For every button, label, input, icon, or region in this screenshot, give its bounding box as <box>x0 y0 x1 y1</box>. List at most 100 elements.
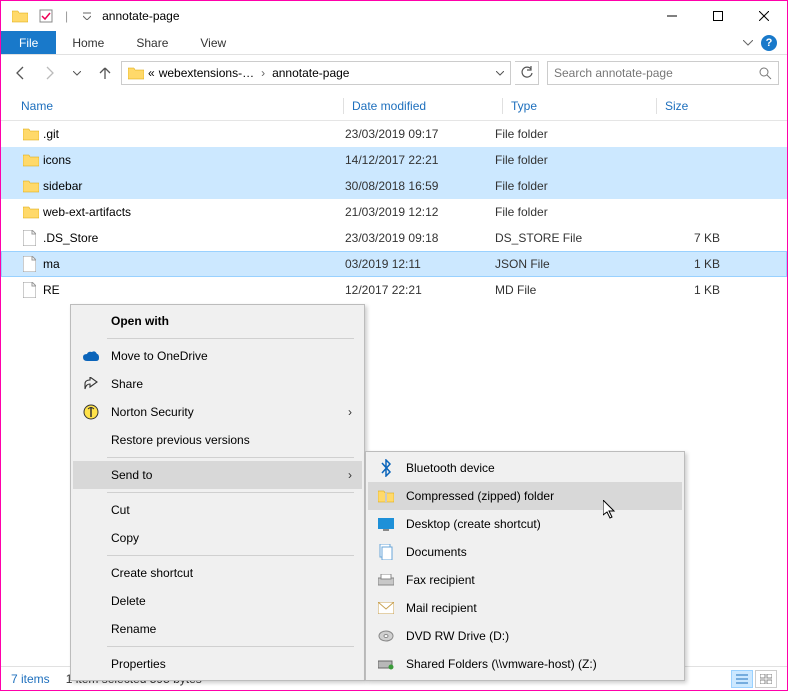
folder-app-icon[interactable] <box>9 5 31 27</box>
ribbon-expand-icon[interactable] <box>743 40 753 46</box>
norton-icon <box>81 404 101 420</box>
file-row[interactable]: web-ext-artifacts21/03/2019 12:12File fo… <box>1 199 787 225</box>
sendto-shared[interactable]: Shared Folders (\\vmware-host) (Z:) <box>368 650 682 678</box>
column-name[interactable]: Name <box>21 99 343 113</box>
file-list[interactable]: .git23/03/2019 09:17File foldericons14/1… <box>1 121 787 303</box>
column-date[interactable]: Date modified <box>352 99 502 113</box>
file-name: web-ext-artifacts <box>43 205 345 219</box>
breadcrumb-part[interactable]: webextensions-… <box>159 66 254 80</box>
qat-separator: | <box>65 9 68 23</box>
quick-access-toolbar: | <box>9 5 98 27</box>
tab-view[interactable]: View <box>184 31 242 54</box>
search-icon <box>758 66 772 80</box>
sendto-documents[interactable]: Documents <box>368 538 682 566</box>
details-view-button[interactable] <box>731 670 753 688</box>
folder-icon <box>23 179 43 193</box>
file-icon <box>23 256 43 272</box>
file-row[interactable]: .DS_Store23/03/2019 09:18DS_STORE File7 … <box>1 225 787 251</box>
ctx-share[interactable]: Share <box>73 370 362 398</box>
minimize-button[interactable] <box>649 1 695 31</box>
share-icon <box>81 377 101 391</box>
properties-qat-icon[interactable] <box>35 5 57 27</box>
file-type: JSON File <box>495 257 640 271</box>
recent-dropdown-icon[interactable] <box>65 61 89 85</box>
fax-icon <box>376 574 396 587</box>
ctx-norton[interactable]: Norton Security› <box>73 398 362 426</box>
desktop-icon <box>376 518 396 531</box>
file-name: sidebar <box>43 179 345 193</box>
item-count: 7 items <box>11 672 50 686</box>
documents-icon <box>376 544 396 560</box>
file-row[interactable]: icons14/12/2017 22:21File folder <box>1 147 787 173</box>
sendto-dvd[interactable]: DVD RW Drive (D:) <box>368 622 682 650</box>
forward-button[interactable] <box>37 61 61 85</box>
large-icons-view-button[interactable] <box>755 670 777 688</box>
file-name: .git <box>43 127 345 141</box>
ctx-restore[interactable]: Restore previous versions <box>73 426 362 454</box>
column-type[interactable]: Type <box>511 99 656 113</box>
search-input[interactable]: Search annotate-page <box>547 61 779 85</box>
window-title: annotate-page <box>102 9 179 23</box>
tab-home[interactable]: Home <box>56 31 120 54</box>
help-icon[interactable]: ? <box>761 35 777 51</box>
address-bar[interactable]: « webextensions-… › annotate-page <box>121 61 511 85</box>
tab-share[interactable]: Share <box>120 31 184 54</box>
qat-dropdown-icon[interactable] <box>76 5 98 27</box>
chevron-right-icon[interactable]: › <box>258 66 268 80</box>
dvd-drive-icon <box>376 630 396 642</box>
ribbon-tabs: File Home Share View ? <box>1 31 787 55</box>
file-icon <box>23 230 43 246</box>
mail-icon <box>376 602 396 614</box>
file-row[interactable]: sidebar30/08/2018 16:59File folder <box>1 173 787 199</box>
folder-icon <box>128 66 144 80</box>
file-name: ma <box>43 257 345 271</box>
chevron-right-icon: › <box>348 468 352 482</box>
breadcrumb-part[interactable]: annotate-page <box>272 66 349 80</box>
ctx-open-with[interactable]: Open with <box>73 307 362 335</box>
ctx-cut[interactable]: Cut <box>73 496 362 524</box>
sendto-fax[interactable]: Fax recipient <box>368 566 682 594</box>
sendto-compressed[interactable]: Compressed (zipped) folder <box>368 482 682 510</box>
address-dropdown-icon[interactable] <box>492 71 508 76</box>
file-type: DS_STORE File <box>495 231 640 245</box>
onedrive-icon <box>81 351 101 362</box>
ctx-properties[interactable]: Properties <box>73 650 362 678</box>
file-date: 30/08/2018 16:59 <box>345 179 495 193</box>
back-button[interactable] <box>9 61 33 85</box>
sendto-mail[interactable]: Mail recipient <box>368 594 682 622</box>
file-icon <box>23 282 43 298</box>
file-type: File folder <box>495 127 640 141</box>
ctx-send-to[interactable]: Send to› <box>73 461 362 489</box>
sendto-bluetooth[interactable]: Bluetooth device <box>368 454 682 482</box>
file-row[interactable]: RE12/2017 22:21MD File1 KB <box>1 277 787 303</box>
ctx-move-onedrive[interactable]: Move to OneDrive <box>73 342 362 370</box>
nav-bar: « webextensions-… › annotate-page Search… <box>1 55 787 91</box>
titlebar: | annotate-page <box>1 1 787 31</box>
ctx-create-shortcut[interactable]: Create shortcut <box>73 559 362 587</box>
maximize-button[interactable] <box>695 1 741 31</box>
file-type: File folder <box>495 179 640 193</box>
send-to-submenu: Bluetooth device Compressed (zipped) fol… <box>365 451 685 681</box>
file-row[interactable]: ma03/2019 12:11JSON File1 KB <box>1 251 787 277</box>
file-date: 14/12/2017 22:21 <box>345 153 495 167</box>
sendto-desktop[interactable]: Desktop (create shortcut) <box>368 510 682 538</box>
bluetooth-icon <box>376 459 396 477</box>
ctx-rename[interactable]: Rename <box>73 615 362 643</box>
chevron-right-icon: › <box>348 405 352 419</box>
file-type: File folder <box>495 205 640 219</box>
file-date: 23/03/2019 09:17 <box>345 127 495 141</box>
file-size: 1 KB <box>640 283 730 297</box>
folder-icon <box>23 205 43 219</box>
ctx-delete[interactable]: Delete <box>73 587 362 615</box>
file-date: 03/2019 12:11 <box>345 257 495 271</box>
file-name: .DS_Store <box>43 231 345 245</box>
file-tab[interactable]: File <box>1 31 56 54</box>
up-button[interactable] <box>93 61 117 85</box>
close-button[interactable] <box>741 1 787 31</box>
file-row[interactable]: .git23/03/2019 09:17File folder <box>1 121 787 147</box>
zip-folder-icon <box>376 489 396 503</box>
refresh-button[interactable] <box>515 61 539 85</box>
column-size[interactable]: Size <box>665 99 765 113</box>
ctx-copy[interactable]: Copy <box>73 524 362 552</box>
file-date: 12/2017 22:21 <box>345 283 495 297</box>
